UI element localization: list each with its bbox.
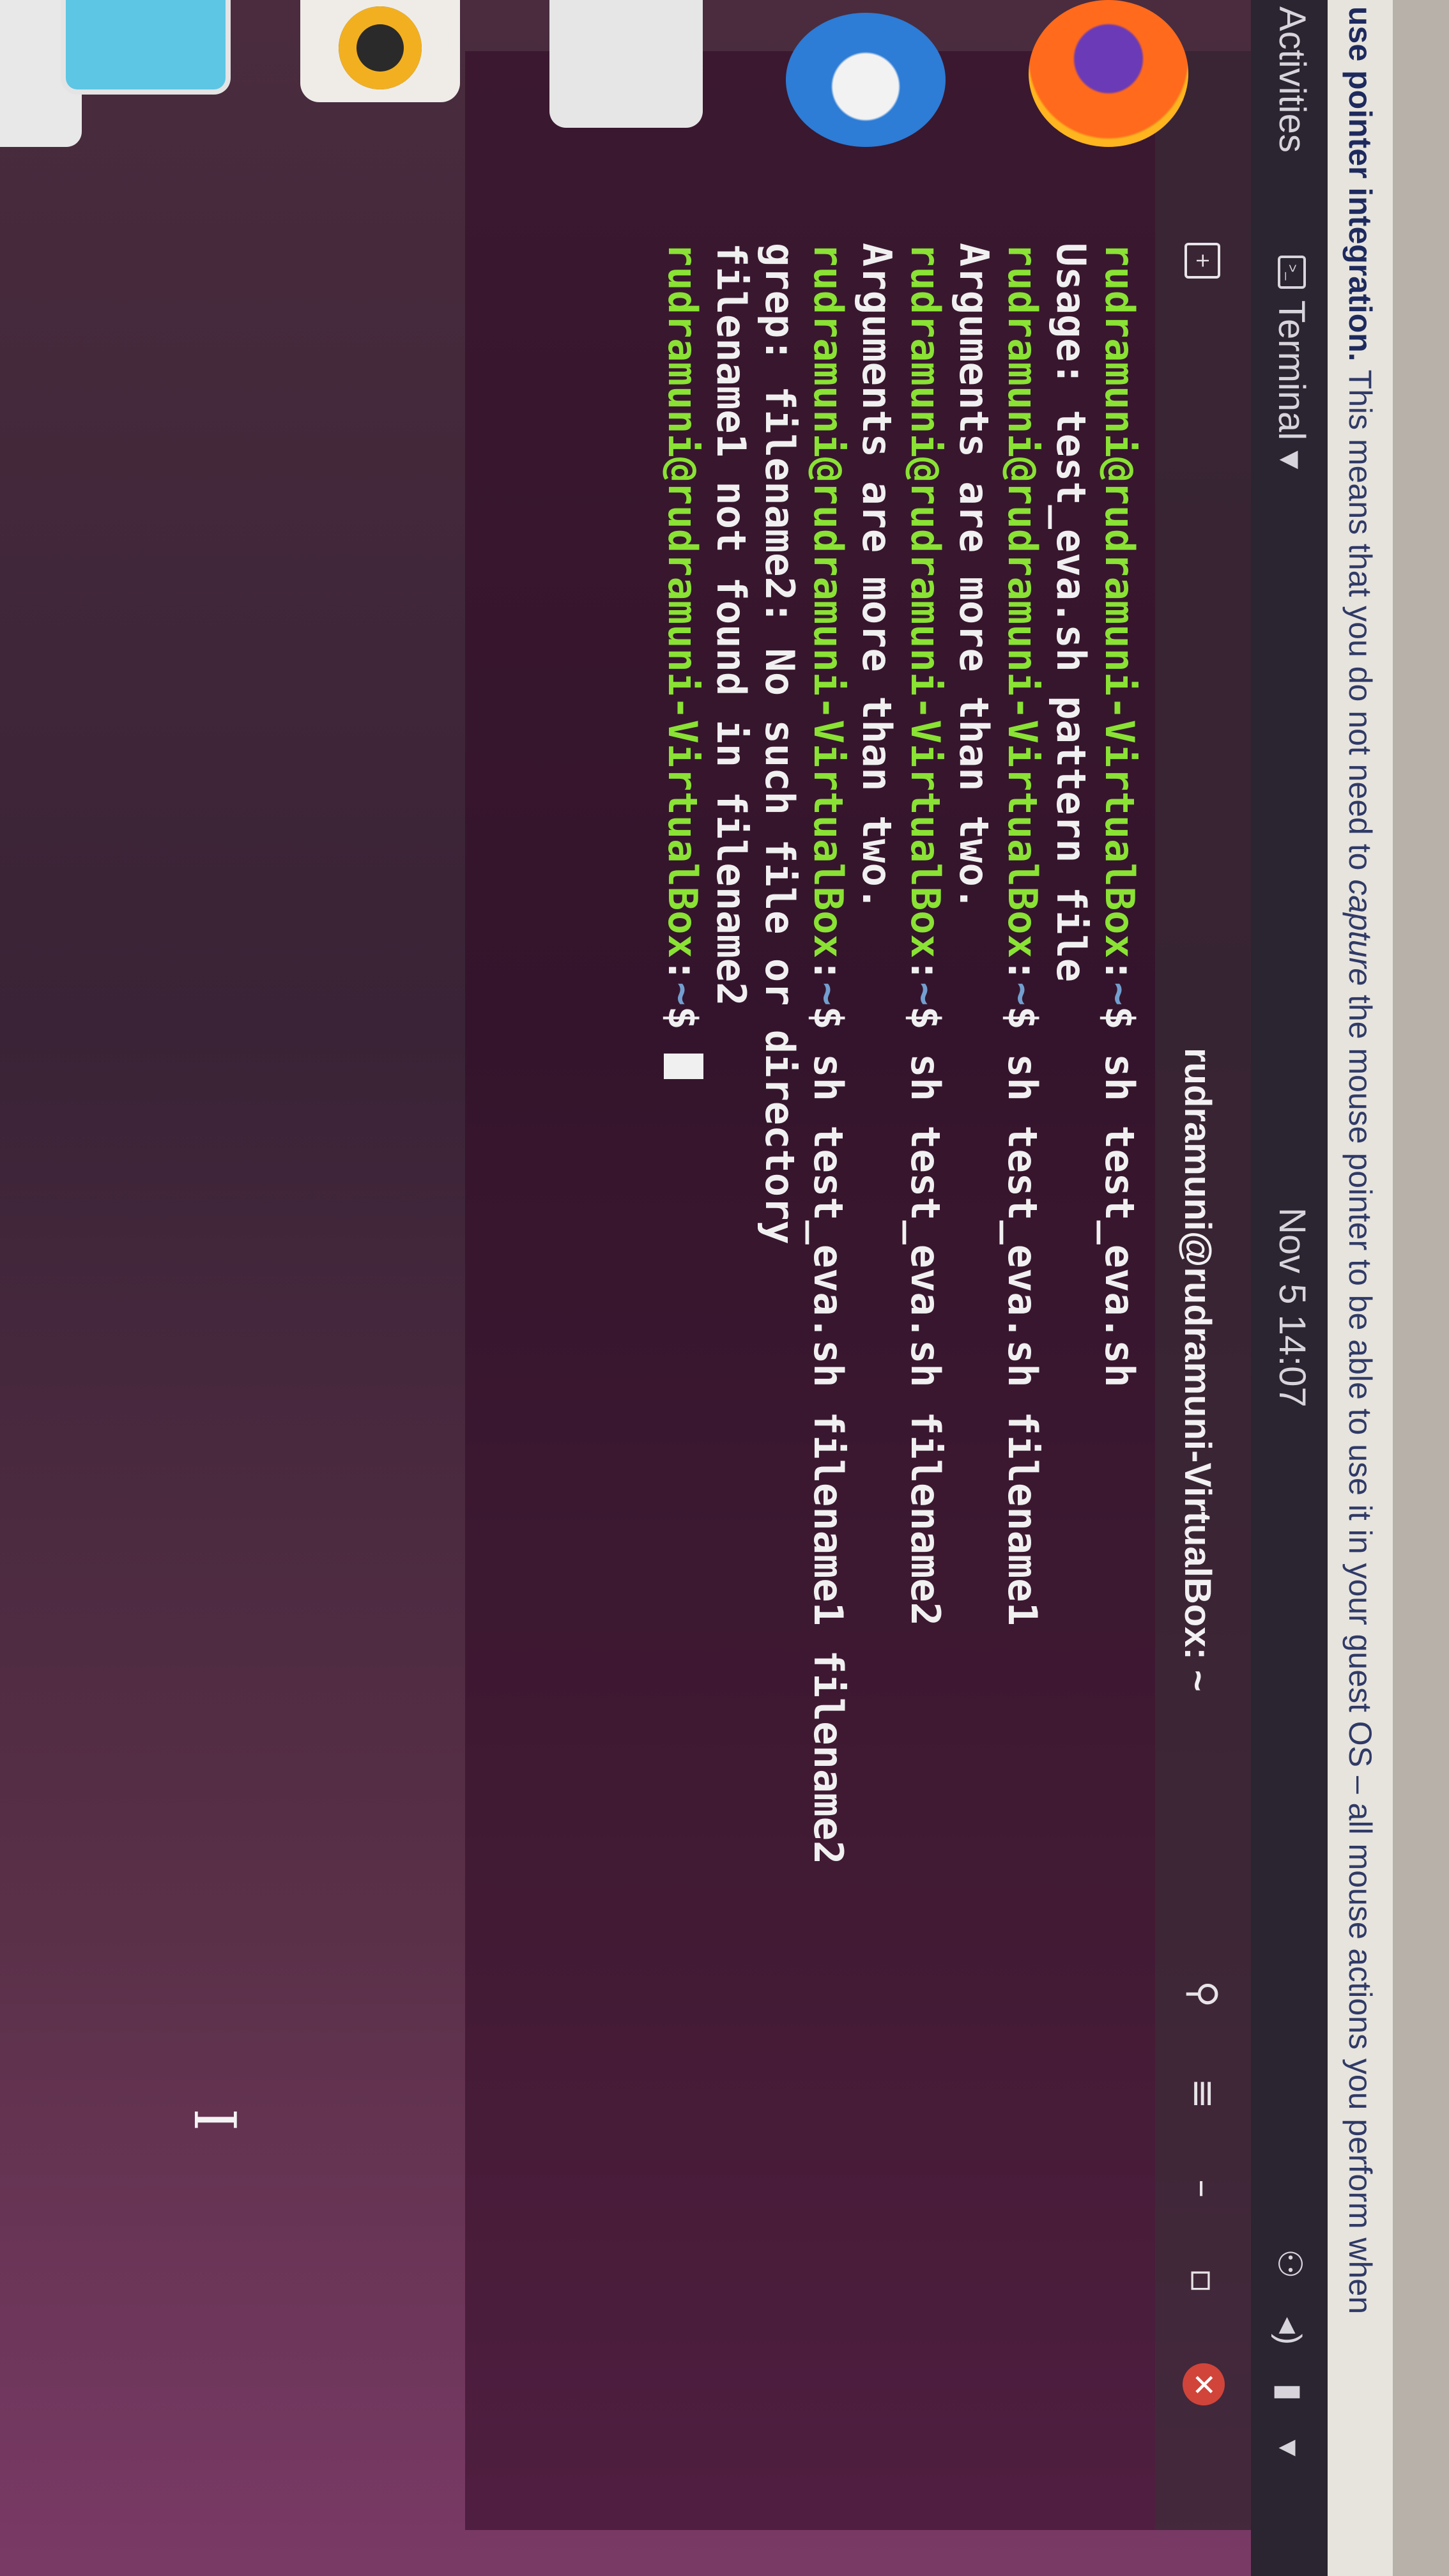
prompt-dollar: $: [999, 1006, 1046, 1054]
notice-text-continued: the mouse pointer to be able to use it i…: [1342, 986, 1378, 2315]
prompt-path: ~: [902, 982, 949, 1006]
blank-dock-icon[interactable]: [549, 0, 703, 128]
terminal-title: rudramuni@rudramuni-VirtualBox: ~: [1177, 1048, 1218, 1692]
notice-text: This means that you do not need to: [1342, 361, 1378, 880]
terminal-output-line: Arguments are more than two.: [949, 243, 998, 2517]
output-text: grep: filename2: No such file or directo…: [756, 243, 803, 1245]
prompt-separator: :: [1096, 958, 1143, 983]
thunderbird-app-icon[interactable]: [786, 13, 946, 147]
text-cursor-icon: I: [181, 2108, 248, 2131]
virtualbox-notification-text: use pointer integration. This means that…: [1342, 6, 1379, 2314]
activities-button[interactable]: Activities: [1271, 6, 1314, 153]
prompt-separator: :: [659, 958, 706, 983]
terminal-prompt-line: rudramuni@rudramuni-VirtualBox:~$ sh tes…: [998, 243, 1046, 2517]
prompt-path: ~: [999, 982, 1046, 1006]
terminal-window[interactable]: + rudramuni@rudramuni-VirtualBox: ~ ⚲ ≡ …: [465, 51, 1251, 2530]
terminal-output[interactable]: rudramuni@rudramuni-VirtualBox:~$ sh tes…: [658, 243, 1144, 2517]
output-text: filename1 not found in filename2: [708, 243, 755, 1006]
prompt-path: ~: [659, 982, 706, 1006]
prompt-dollar: $: [659, 1006, 706, 1054]
prompt-dollar: $: [805, 1006, 852, 1054]
terminal-prompt-line: rudramuni@rudramuni-VirtualBox:~$ sh tes…: [901, 243, 949, 2517]
prompt-path: ~: [1096, 982, 1143, 1006]
hamburger-menu-icon[interactable]: ≡: [1182, 2078, 1225, 2109]
gnome-top-bar: Activities >_ Terminal ▾ Nov 5 14:07 ⚇ ◂…: [1251, 0, 1328, 2576]
terminal-output-line: Usage: test_eva.sh pattern file: [1046, 243, 1095, 2517]
notice-emphasis: capture: [1342, 879, 1378, 986]
prompt-separator: :: [805, 958, 852, 983]
output-text: Usage: test_eva.sh pattern file: [1048, 243, 1094, 983]
command-text: sh test_eva.sh: [1096, 1054, 1143, 1388]
terminal-output-line: Arguments are more than two.: [852, 243, 901, 2517]
output-text: Arguments are more than two.: [951, 243, 997, 911]
prompt-user-host: rudramuni@rudramuni-VirtualBox: [999, 243, 1046, 958]
app-menu-button[interactable]: >_ Terminal ▾: [1270, 256, 1314, 469]
volume-icon: ◂): [1271, 2317, 1308, 2345]
notice-lead: use pointer integration.: [1342, 6, 1378, 362]
terminal-output-line: filename1 not found in filename2: [707, 243, 755, 2517]
output-text: Arguments are more than two.: [854, 243, 900, 911]
network-icon: ⚇: [1271, 2249, 1308, 2279]
close-button[interactable]: ✕: [1183, 2363, 1225, 2406]
system-tray[interactable]: ⚇ ◂) ▮ ▾: [1270, 2249, 1308, 2457]
terminal-prompt-line: rudramuni@rudramuni-VirtualBox:~$ sh tes…: [804, 243, 852, 2517]
prompt-user-host: rudramuni@rudramuni-VirtualBox: [659, 243, 706, 958]
rhythmbox-disc: [339, 6, 422, 89]
rhythmbox-app-icon[interactable]: [300, 0, 460, 102]
search-icon[interactable]: ⚲: [1182, 1981, 1225, 2007]
terminal-output-line: grep: filename2: No such file or directo…: [755, 243, 804, 2517]
window-controls: ⚲ ≡ – ▫ ✕: [1182, 1981, 1225, 2406]
terminal-headerbar[interactable]: + rudramuni@rudramuni-VirtualBox: ~ ⚲ ≡ …: [1155, 51, 1251, 2530]
prompt-user-host: rudramuni@rudramuni-VirtualBox: [902, 243, 949, 958]
power-menu-icon: ▾: [1271, 2439, 1308, 2457]
prompt-separator: :: [902, 958, 949, 983]
new-tab-button[interactable]: +: [1184, 243, 1220, 279]
clock[interactable]: Nov 5 14:07: [1271, 1208, 1314, 1407]
app-menu-label: Terminal ▾: [1271, 300, 1312, 470]
maximize-button[interactable]: ▫: [1182, 2268, 1225, 2293]
prompt-path: ~: [805, 982, 852, 1006]
files-app-icon[interactable]: [61, 0, 231, 95]
command-text: sh test_eva.sh filename2: [902, 1054, 949, 1626]
prompt-dollar: $: [902, 1006, 949, 1054]
prompt-user-host: rudramuni@rudramuni-VirtualBox: [1096, 243, 1143, 958]
firefox-app-icon[interactable]: [1029, 0, 1188, 147]
terminal-app-icon: >_: [1278, 256, 1306, 289]
terminal-prompt-line: rudramuni@rudramuni-VirtualBox:~$ sh tes…: [1095, 243, 1144, 2517]
command-text: sh test_eva.sh filename1 filename2: [805, 1054, 852, 1865]
command-text: sh test_eva.sh filename1: [999, 1054, 1046, 1626]
prompt-separator: :: [999, 958, 1046, 983]
minimize-button[interactable]: –: [1182, 2179, 1225, 2198]
prompt-dollar: $: [1096, 1006, 1143, 1054]
screen-stage: use pointer integration. This means that…: [0, 0, 1449, 2576]
monitor-bezel: [1393, 0, 1449, 2576]
prompt-user-host: rudramuni@rudramuni-VirtualBox: [805, 243, 852, 958]
terminal-cursor: [664, 1054, 703, 1080]
terminal-prompt-line: rudramuni@rudramuni-VirtualBox:~$: [658, 243, 707, 2517]
battery-icon: ▮: [1271, 2383, 1308, 2402]
